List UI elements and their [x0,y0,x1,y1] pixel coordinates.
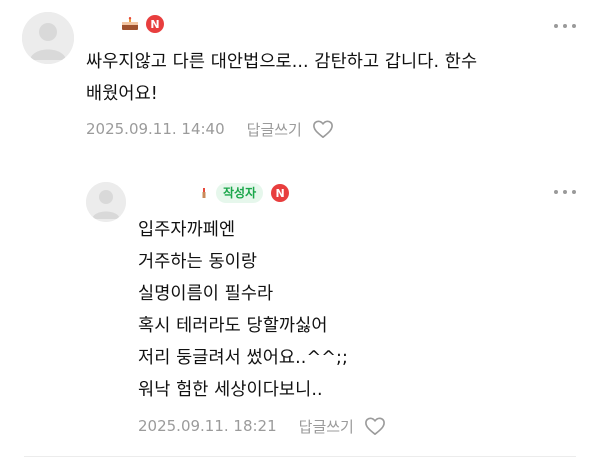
comment-line: 실명이름이 필수라 [138,284,274,304]
like-button[interactable] [312,119,334,139]
comment-line: 저리 둥글려서 썼어요..^^;; [138,348,348,368]
comment-line: 배웠어요! [86,84,158,104]
heart-outline-icon [364,417,385,435]
reply-button[interactable]: 답글쓰기 [299,416,354,437]
cake-emoji-icon [121,17,139,31]
comment-line: 싸우지않고 다른 대안법으로... 감탄하고 갑니다. 한수 [86,52,478,72]
comment-line: 혹시 테러라도 당할까싫어 [138,316,328,336]
avatar[interactable] [86,182,126,222]
comment-author-row: 작성자 N [200,183,290,203]
more-options-button[interactable] [554,186,576,198]
comment-text: 입주자까페엔 거주하는 동이랑 실명이름이 필수라 혹시 테러라도 당할까싫어 … [138,214,348,406]
new-badge: N [271,184,290,202]
emoji-icon [200,186,208,200]
more-dots-icon [554,190,558,194]
comment-line: 거주하는 동이랑 [138,252,258,272]
like-button[interactable] [364,416,386,436]
default-avatar-icon [86,182,126,222]
reply-button[interactable]: 답글쓰기 [247,119,302,140]
new-badge: N [146,15,164,33]
comment-line: 입주자까페엔 [138,220,236,240]
comment-meta: 2025.09.11. 14:40 답글쓰기 [86,118,334,140]
heart-outline-icon [312,120,333,138]
comment-date: 2025.09.11. 18:21 [138,417,277,435]
comment-date: 2025.09.11. 14:40 [86,120,225,138]
comment-text: 싸우지않고 다른 대안법으로... 감탄하고 갑니다. 한수 배웠어요! [86,46,477,110]
author-tag: 작성자 [216,183,264,203]
more-options-button[interactable] [554,20,576,32]
comment-meta: 2025.09.11. 18:21 답글쓰기 [138,415,386,437]
comment-author-row: N [121,14,164,34]
default-avatar-icon [22,12,74,64]
comment-line: 워낙 험한 세상이다보니.. [138,380,323,400]
avatar[interactable] [22,12,74,64]
more-dots-icon [554,24,558,28]
divider [24,456,576,457]
